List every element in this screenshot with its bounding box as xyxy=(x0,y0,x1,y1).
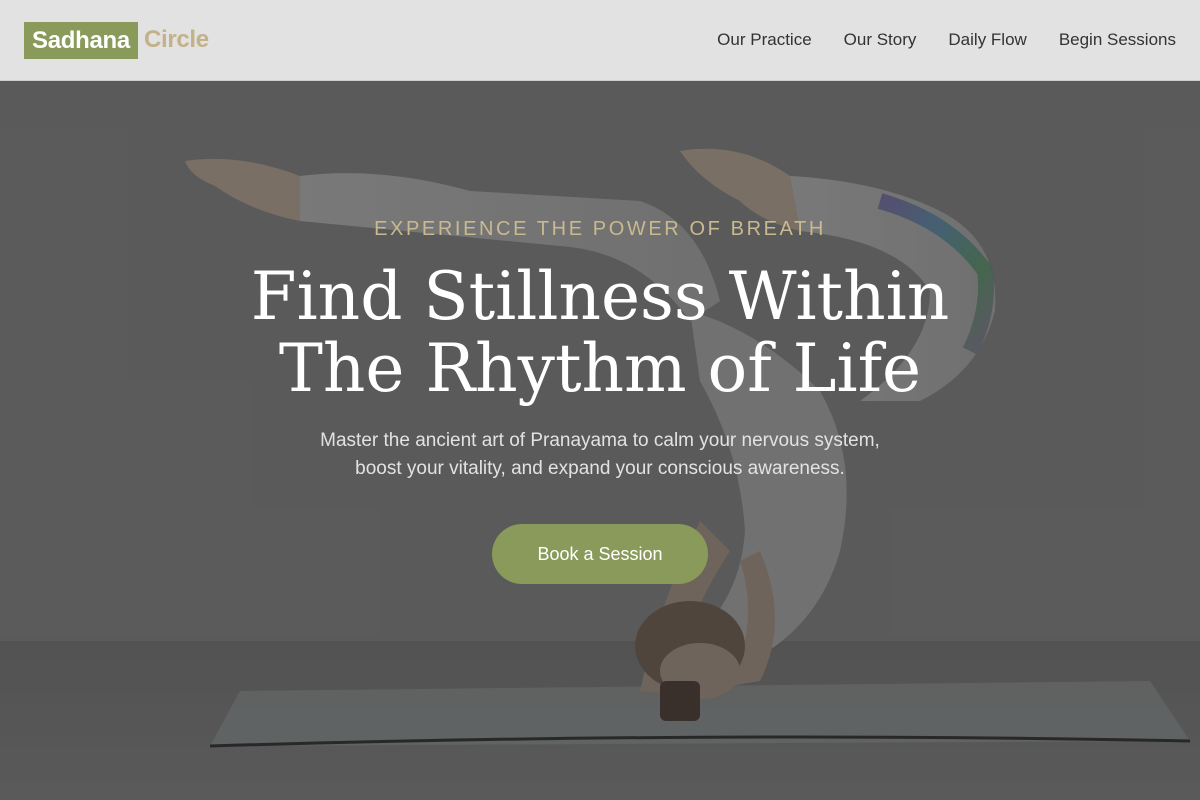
hero-headline: Find Stillness Within The Rhythm of Life xyxy=(0,261,1200,405)
nav-link-our-story[interactable]: Our Story xyxy=(844,30,917,50)
hero-section: EXPERIENCE THE POWER OF BREATH Find Stil… xyxy=(0,81,1200,800)
book-session-button[interactable]: Book a Session xyxy=(492,524,708,584)
hero-subtext: Master the ancient art of Pranayama to c… xyxy=(250,427,950,483)
brand-name-secondary: Circle xyxy=(143,26,209,53)
nav-menu: Our Practice Our Story Daily Flow Begin … xyxy=(685,30,1176,50)
subtext-line-1: Master the ancient art of Pranayama to c… xyxy=(320,430,880,451)
hero-eyebrow: EXPERIENCE THE POWER OF BREATH xyxy=(374,218,826,240)
nav-link-begin-sessions[interactable]: Begin Sessions xyxy=(1059,30,1176,50)
brand-logo[interactable]: Sadhana Circle xyxy=(24,21,209,59)
headline-line-2: The Rhythm of Life xyxy=(278,330,922,407)
brand-name-primary: Sadhana xyxy=(24,21,138,59)
top-navigation: Sadhana Circle Our Practice Our Story Da… xyxy=(0,0,1200,81)
subtext-line-2: boost your vitality, and expand your con… xyxy=(355,458,845,479)
nav-link-daily-flow[interactable]: Daily Flow xyxy=(948,30,1026,50)
nav-link-our-practice[interactable]: Our Practice xyxy=(717,30,811,50)
headline-line-1: Find Stillness Within xyxy=(250,258,950,335)
